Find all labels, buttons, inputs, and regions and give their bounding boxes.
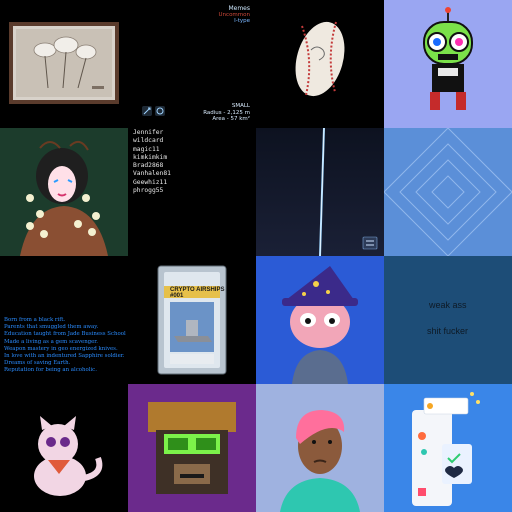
name-item: wildcard (133, 137, 164, 145)
backstory-text: Born from a black rift. Parents that smu… (4, 317, 128, 375)
asteroid-tool-icons (142, 106, 165, 116)
tile-backstory[interactable]: Born from a black rift. Parents that smu… (0, 256, 128, 384)
ui-collage-image (412, 392, 480, 506)
tile-light-streak[interactable] (256, 128, 384, 256)
story-line: Reputation for being an alcoholic. (4, 367, 97, 374)
story-line: In love with an indentured Sapphire sold… (4, 353, 125, 360)
tile-name-list[interactable]: Jennifer wildcard magic11 kimkimkim Brad… (128, 128, 256, 256)
story-line: Made a living as a gem scavenger. (4, 338, 99, 345)
story-line: Education taught from Jade Business Scho… (4, 331, 126, 338)
tile-floral-girl[interactable] (0, 128, 128, 256)
tile-ui-collage[interactable] (384, 384, 512, 512)
tile-robot[interactable] (384, 0, 512, 128)
name-item: kimkimkim (133, 153, 168, 161)
floral-girl-image (20, 140, 108, 256)
blue-pattern-image (384, 128, 512, 256)
pixel-ape-image (128, 384, 256, 512)
asteroid-type: I-type (234, 18, 250, 24)
tile-asteroid-card[interactable]: Memes Uncommon I-type SMALL Radius - 2,1… (128, 0, 256, 128)
text-art-line1: weak ass (429, 300, 467, 310)
tile-crypto-airships[interactable]: CRYPTO AIRSHIPS #001 (128, 256, 256, 384)
story-line: Dreams of saving Earth. (4, 360, 71, 367)
baseball-image (295, 21, 345, 97)
tile-pixel-ape[interactable] (128, 384, 256, 512)
wizard-cat-image (282, 266, 358, 384)
crypto-airships-card-image (157, 265, 227, 375)
tile-wizard-cat[interactable] (256, 256, 384, 384)
tile-baseball[interactable] (256, 0, 384, 128)
story-line: Born from a black rift. (4, 317, 66, 323)
nft-gallery-grid: Memes Uncommon I-type SMALL Radius - 2,1… (0, 0, 512, 512)
flower-painting-image (9, 22, 119, 104)
crypto-kitty-image (34, 416, 103, 496)
pink-hair-avatar-image (280, 410, 360, 512)
asteroid-size-info: SMALL Radius - 2,125 m Area - 57 km² (203, 103, 250, 123)
name-item: Brad2868 (133, 162, 164, 170)
name-item: Vanhalen81 (133, 170, 171, 178)
asteroid-area: Area - 57 km² (212, 116, 250, 122)
light-streak-image (319, 128, 378, 256)
story-line: Weapon mastery in geo energized knives. (4, 345, 118, 352)
robot-image (423, 7, 473, 110)
tile-flower-painting[interactable] (0, 0, 128, 128)
tile-crypto-kitty[interactable] (0, 384, 128, 512)
tile-text-art[interactable]: weak ass shit fucker (384, 256, 512, 384)
names-list: Jennifer wildcard magic11 kimkimkim Brad… (133, 129, 171, 195)
name-item: phrogg55 (133, 187, 164, 195)
tile-pink-hair-avatar[interactable] (256, 384, 384, 512)
crypto-airships-label: CRYPTO AIRSHIPS #001 (170, 287, 224, 299)
name-item: magic11 (133, 145, 160, 153)
text-art-line2: shit fucker (427, 326, 469, 336)
tile-blue-pattern[interactable] (384, 128, 512, 256)
crypto-airships-number: #001 (170, 293, 184, 299)
story-line: Parents that smuggled them away. (4, 324, 99, 331)
name-item: Jennifer (133, 129, 164, 136)
name-item: Geewhiz11 (133, 178, 168, 186)
